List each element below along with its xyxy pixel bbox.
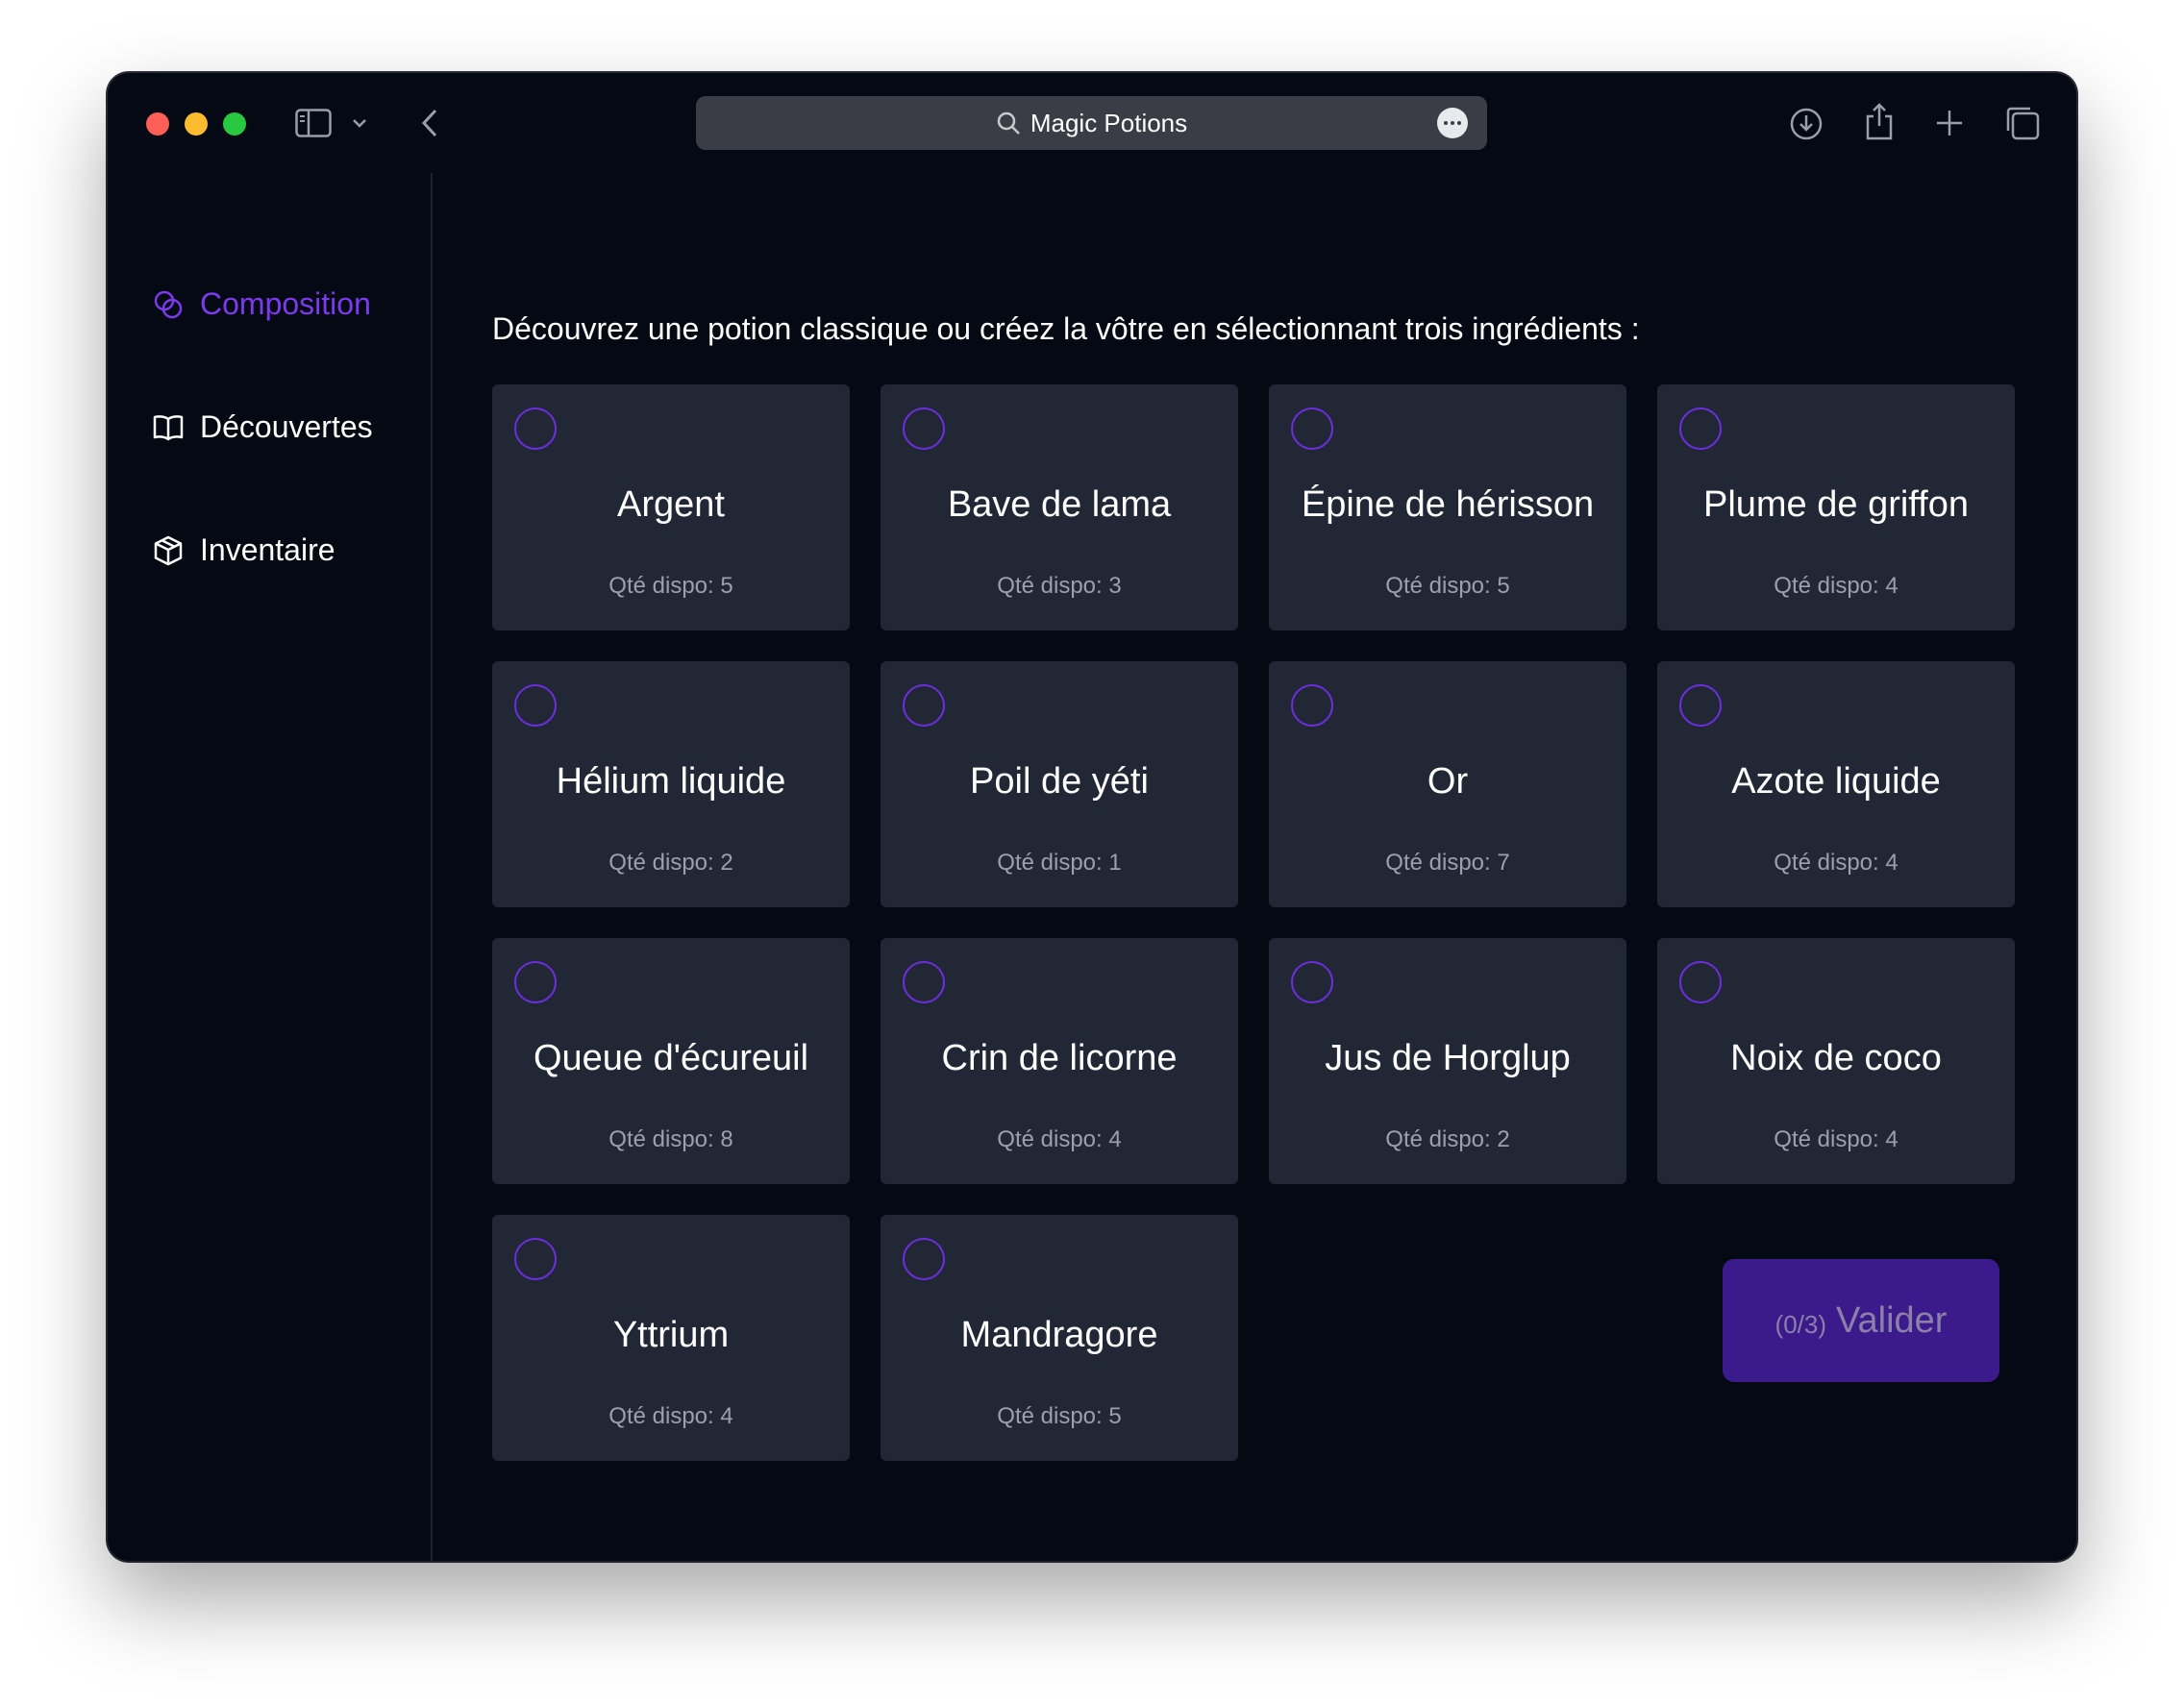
- sidebar-item-label: Inventaire: [200, 532, 335, 567]
- sidebar-item-composition[interactable]: Composition: [152, 286, 371, 322]
- more-options-icon[interactable]: [1437, 108, 1468, 138]
- ingredient-card[interactable]: Plume de griffon Qté dispo: 4: [1657, 384, 2015, 630]
- ingredient-quantity: Qté dispo: 7: [1385, 850, 1510, 876]
- ingredient-card[interactable]: Mandragore Qté dispo: 5: [881, 1215, 1238, 1461]
- ingredient-name: Crin de licorne: [941, 1038, 1178, 1078]
- ingredient-name: Hélium liquide: [556, 761, 786, 802]
- ingredient-quantity: Qté dispo: 3: [997, 573, 1122, 599]
- address-bar[interactable]: Magic Potions: [696, 96, 1487, 150]
- browser-window: Magic Potions Composition Découvertes In…: [108, 73, 2076, 1561]
- share-icon[interactable]: [1863, 100, 1896, 142]
- close-window-button[interactable]: [146, 112, 169, 136]
- ingredient-name: Noix de coco: [1730, 1038, 1942, 1078]
- ingredient-name: Mandragore: [960, 1315, 1158, 1355]
- ingredient-card[interactable]: Queue d'écureuil Qté dispo: 8: [492, 938, 850, 1184]
- ingredient-name: Yttrium: [612, 1315, 730, 1355]
- new-tab-icon[interactable]: [1932, 106, 1967, 140]
- ingredient-card[interactable]: Argent Qté dispo: 5: [492, 384, 850, 630]
- tab-overview-icon[interactable]: [2003, 104, 2042, 142]
- select-radio[interactable]: [1679, 684, 1722, 727]
- select-radio[interactable]: [514, 684, 557, 727]
- ingredient-quantity: Qté dispo: 8: [608, 1126, 733, 1152]
- download-icon[interactable]: [1788, 106, 1824, 142]
- chevron-down-icon[interactable]: [350, 111, 369, 135]
- ingredient-name: Bave de lama: [947, 484, 1172, 525]
- ingredient-quantity: Qté dispo: 2: [1385, 1126, 1510, 1152]
- ingredient-name: Plume de griffon: [1702, 484, 1970, 525]
- sidebar-item-label: Découvertes: [200, 409, 373, 444]
- book-icon: [153, 414, 184, 440]
- box-icon: [154, 535, 183, 565]
- select-radio[interactable]: [1679, 961, 1722, 1003]
- ingredient-card[interactable]: Noix de coco Qté dispo: 4: [1657, 938, 2015, 1184]
- ingredient-card[interactable]: Yttrium Qté dispo: 4: [492, 1215, 850, 1461]
- composition-icon: [154, 290, 183, 318]
- ingredient-card[interactable]: Azote liquide Qté dispo: 4: [1657, 661, 2015, 907]
- ingredient-card[interactable]: Poil de yéti Qté dispo: 1: [881, 661, 1238, 907]
- select-radio[interactable]: [514, 961, 557, 1003]
- back-arrow-icon[interactable]: [417, 106, 442, 140]
- zoom-window-button[interactable]: [223, 112, 246, 136]
- ingredient-card[interactable]: Or Qté dispo: 7: [1269, 661, 1626, 907]
- select-radio[interactable]: [1291, 961, 1333, 1003]
- sidebar-item-inventaire[interactable]: Inventaire: [152, 532, 335, 568]
- select-radio[interactable]: [903, 408, 945, 450]
- sidebar-toggle-icon[interactable]: [294, 106, 333, 140]
- select-radio[interactable]: [514, 1238, 557, 1280]
- ingredient-quantity: Qté dispo: 4: [1774, 573, 1899, 599]
- ingredient-card[interactable]: Jus de Horglup Qté dispo: 2: [1269, 938, 1626, 1184]
- select-radio[interactable]: [903, 1238, 945, 1280]
- ingredient-quantity: Qté dispo: 4: [608, 1403, 733, 1429]
- ingredient-card[interactable]: Épine de hérisson Qté dispo: 5: [1269, 384, 1626, 630]
- ingredient-card[interactable]: Crin de licorne Qté dispo: 4: [881, 938, 1238, 1184]
- ingredient-quantity: Qté dispo: 2: [608, 850, 733, 876]
- ingredient-quantity: Qté dispo: 1: [997, 850, 1122, 876]
- select-radio[interactable]: [903, 684, 945, 727]
- ingredient-card[interactable]: Bave de lama Qté dispo: 3: [881, 384, 1238, 630]
- ingredient-name: Jus de Horglup: [1325, 1038, 1571, 1078]
- title-bar: Magic Potions: [108, 73, 2076, 173]
- ingredient-quantity: Qté dispo: 4: [997, 1126, 1122, 1152]
- ingredient-name: Argent: [617, 484, 725, 525]
- ingredient-card[interactable]: Hélium liquide Qté dispo: 2: [492, 661, 850, 907]
- ingredient-quantity: Qté dispo: 5: [1385, 573, 1510, 599]
- sidebar-item-label: Composition: [200, 286, 371, 321]
- search-icon: [997, 111, 1020, 135]
- select-radio[interactable]: [1679, 408, 1722, 450]
- select-radio[interactable]: [1291, 408, 1333, 450]
- intro-text: Découvrez une potion classique ou créez …: [492, 311, 1640, 346]
- ingredient-name: Or: [1427, 761, 1469, 802]
- ingredient-quantity: Qté dispo: 5: [997, 1403, 1122, 1429]
- validate-label: Valider: [1836, 1299, 1948, 1341]
- ingredient-quantity: Qté dispo: 4: [1774, 1126, 1899, 1152]
- ingredient-name: Azote liquide: [1731, 761, 1941, 802]
- select-radio[interactable]: [514, 408, 557, 450]
- ingredient-name: Queue d'écureuil: [533, 1038, 809, 1078]
- ingredient-quantity: Qté dispo: 4: [1774, 850, 1899, 876]
- validate-button[interactable]: (0/3) Valider: [1723, 1259, 1999, 1382]
- sidebar: Composition Découvertes Inventaire: [108, 173, 433, 1561]
- selection-count: (0/3): [1774, 1309, 1826, 1339]
- ingredient-name: Poil de yéti: [970, 761, 1149, 802]
- main-content: Découvrez une potion classique ou créez …: [433, 173, 2076, 1561]
- select-radio[interactable]: [1291, 684, 1333, 727]
- ingredient-quantity: Qté dispo: 5: [608, 573, 733, 599]
- select-radio[interactable]: [903, 961, 945, 1003]
- ingredient-name: Épine de hérisson: [1301, 484, 1595, 525]
- minimize-window-button[interactable]: [185, 112, 208, 136]
- sidebar-item-decouvertes[interactable]: Découvertes: [152, 409, 373, 445]
- page-title: Magic Potions: [1030, 108, 1188, 137]
